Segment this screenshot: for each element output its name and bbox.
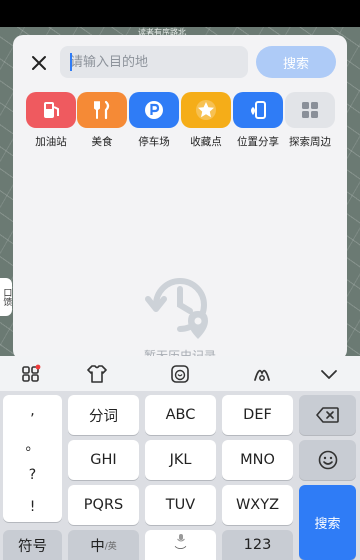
text-cursor <box>70 53 72 71</box>
status-bar <box>0 0 360 27</box>
quick-action-label: 探索周边 <box>289 136 331 148</box>
share-location-icon <box>233 92 283 128</box>
collapse-keyboard-icon[interactable] <box>318 363 340 385</box>
grid-icon <box>285 92 335 128</box>
punct-key[interactable]: ? <box>3 467 62 483</box>
key-jkl[interactable]: JKL <box>145 440 216 480</box>
emoji-sticker-icon[interactable] <box>169 363 191 385</box>
search-input[interactable] <box>60 46 248 78</box>
space-key[interactable]: ︶ <box>145 530 216 560</box>
key-def[interactable]: DEF <box>222 395 293 435</box>
quick-action-label: 收藏点 <box>190 136 222 148</box>
food-icon <box>77 92 127 128</box>
quick-action-label: 停车场 <box>138 136 170 148</box>
quick-action-label: 美食 <box>91 136 113 148</box>
key-tuv[interactable]: TUV <box>145 485 216 525</box>
close-button[interactable] <box>27 51 51 75</box>
quick-action-label: 加油站 <box>35 136 67 148</box>
handwriting-icon[interactable] <box>251 363 273 385</box>
quick-action-label: 位置分享 <box>237 136 279 148</box>
emoji-icon <box>318 450 337 470</box>
key-ghi[interactable]: GHI <box>68 440 139 480</box>
lang-switch-sub: /英 <box>104 541 117 552</box>
key-mno[interactable]: MNO <box>222 440 293 480</box>
emoji-key[interactable] <box>299 440 356 480</box>
gas-station-icon <box>26 92 76 128</box>
space-bar-mark: ︶ <box>174 544 187 559</box>
lang-switch-key[interactable]: 中/英 <box>68 530 139 560</box>
quick-action-food[interactable]: 美食 <box>76 92 128 149</box>
key-wxyz[interactable]: WXYZ <box>222 485 293 525</box>
quick-actions: 加油站 美食 停车场 收藏点 位置分享 探索周边 <box>13 92 347 152</box>
symbols-key[interactable]: 符号 <box>3 530 62 560</box>
map-side-tab[interactable]: 口馈 <box>0 278 12 316</box>
numbers-key[interactable]: 123 <box>222 530 293 560</box>
skin-icon[interactable] <box>86 363 108 385</box>
punct-key[interactable]: 。 <box>3 435 62 455</box>
microphone-icon <box>176 534 185 542</box>
quick-action-gas-station[interactable]: 加油站 <box>25 92 77 149</box>
map-side-tab-text: 口馈 <box>1 288 12 306</box>
history-clock-icon <box>145 278 208 339</box>
lang-switch-main: 中 <box>90 538 105 555</box>
star-icon <box>181 92 231 128</box>
keyboard-toolbar <box>0 356 360 391</box>
search-panel: 搜索 加油站 美食 停车场 收藏点 <box>13 35 347 360</box>
quick-action-favorites[interactable]: 收藏点 <box>180 92 232 149</box>
backspace-key[interactable] <box>299 395 356 435</box>
enter-search-key[interactable]: 搜索 <box>299 485 356 560</box>
punct-key[interactable]: ! <box>3 499 62 515</box>
punct-key[interactable]: , <box>3 403 62 419</box>
parking-icon <box>129 92 179 128</box>
close-icon <box>32 56 46 70</box>
backspace-icon <box>315 407 339 423</box>
quick-action-parking[interactable]: 停车场 <box>128 92 180 149</box>
keyboard: , 。 ? ! 分词 ABC DEF GHI JKL MNO PQRS TUV … <box>0 391 360 560</box>
quick-action-explore-nearby[interactable]: 探索周边 <box>284 92 336 149</box>
search-button[interactable]: 搜索 <box>256 46 336 78</box>
punctuation-column[interactable]: , 。 ? ! <box>3 395 62 522</box>
key-abc[interactable]: ABC <box>145 395 216 435</box>
quick-action-share-location[interactable]: 位置分享 <box>232 92 284 149</box>
apps-grid-icon[interactable] <box>20 363 42 385</box>
key-fenci[interactable]: 分词 <box>68 395 139 435</box>
key-pqrs[interactable]: PQRS <box>68 485 139 525</box>
search-field[interactable] <box>60 46 248 78</box>
